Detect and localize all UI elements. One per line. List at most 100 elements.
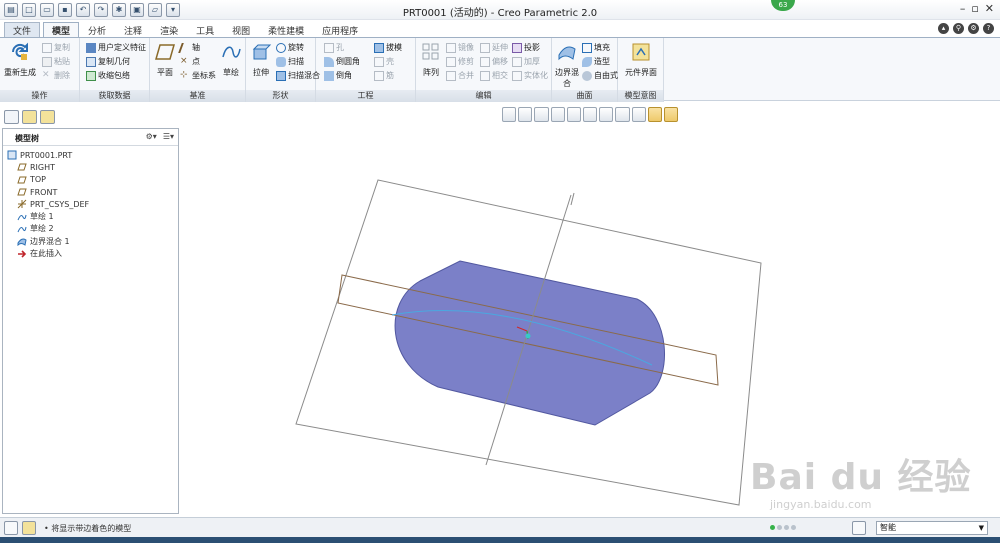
- intersect-icon: [480, 70, 490, 81]
- solidify-icon: [512, 70, 522, 81]
- tree-item-top[interactable]: TOP: [7, 174, 89, 186]
- shell-button[interactable]: 壳: [374, 56, 394, 67]
- group-label-operations[interactable]: 操作: [0, 90, 79, 102]
- status-dot: [784, 525, 789, 530]
- copy-icon: [42, 42, 52, 53]
- plane-button[interactable]: 平面: [152, 41, 178, 78]
- tree-item-part[interactable]: PRT0001.PRT: [7, 149, 89, 161]
- display-style-icon[interactable]: [566, 107, 581, 122]
- tree-item-insert-here[interactable]: 在此插入: [7, 247, 89, 259]
- tree-item-csys[interactable]: PRT_CSYS_DEF: [7, 198, 89, 210]
- shrinkwrap-icon: [86, 70, 96, 81]
- tree-item-front[interactable]: FRONT: [7, 186, 89, 198]
- group-label-engineering[interactable]: 工程: [316, 90, 415, 102]
- tree-item-sketch-1[interactable]: 草绘 1: [7, 210, 89, 222]
- spin-center-icon[interactable]: [647, 107, 662, 122]
- csys-button[interactable]: ⊹ 坐标系: [180, 70, 216, 81]
- point-button[interactable]: × 点: [180, 56, 200, 67]
- fill-button[interactable]: 填充: [582, 42, 610, 53]
- group-label-surfaces[interactable]: 曲面: [552, 90, 617, 102]
- merge-button[interactable]: 合并: [446, 70, 474, 81]
- axis-button[interactable]: 轴: [178, 42, 200, 53]
- search-icon[interactable]: ⚲: [953, 23, 964, 34]
- project-icon: [512, 42, 522, 53]
- maximize-icon[interactable]: ▫: [971, 2, 978, 15]
- datum-plane-icon: [17, 176, 27, 184]
- help-icon[interactable]: ?: [983, 23, 994, 34]
- toggle-navigator-icon[interactable]: [4, 521, 18, 535]
- freestyle-button[interactable]: 自由式: [582, 70, 618, 81]
- copy-button[interactable]: 复制: [42, 42, 70, 53]
- group-get-data: 用户定义特征 复制几何 收缩包络 获取数据: [80, 38, 150, 102]
- pattern-button[interactable]: 阵列: [418, 41, 444, 78]
- rib-button[interactable]: 筋: [374, 70, 394, 81]
- shrinkwrap-button[interactable]: 收缩包络: [86, 70, 130, 81]
- copy-geometry-button[interactable]: 复制几何: [86, 56, 130, 67]
- trim-button[interactable]: 修剪: [446, 56, 474, 67]
- tree-item-right[interactable]: RIGHT: [7, 161, 89, 173]
- settings-icon[interactable]: ⚙: [968, 23, 979, 34]
- boundary-blend-button[interactable]: 边界混合: [554, 41, 580, 89]
- group-label-model-intent[interactable]: 模型意图: [618, 90, 663, 102]
- tree-item-sketch-2[interactable]: 草绘 2: [7, 223, 89, 235]
- tree-columns-icon[interactable]: ☰▾: [163, 132, 174, 141]
- delete-button[interactable]: ✕ 删除: [42, 70, 70, 81]
- selection-filter-icon[interactable]: [852, 521, 866, 535]
- repaint-icon[interactable]: [550, 107, 565, 122]
- group-label-shapes[interactable]: 形状: [246, 90, 315, 102]
- extrude-button[interactable]: 拉伸: [248, 41, 274, 78]
- datum-plane-right-top: [570, 192, 575, 206]
- tree-settings-icon[interactable]: ⚙▾: [146, 132, 157, 141]
- offset-button[interactable]: 偏移: [480, 56, 508, 67]
- extend-button[interactable]: 延伸: [480, 42, 508, 53]
- model-tree-title: 模型树: [15, 134, 39, 143]
- saved-orientations-icon[interactable]: [582, 107, 598, 122]
- insert-arrow-icon: [18, 249, 27, 258]
- selection-filter-select[interactable]: 智能 ▼: [876, 521, 988, 535]
- extend-icon: [480, 42, 490, 53]
- model-tree-list: PRT0001.PRT RIGHT TOP FRONT PRT_CSYS_DEF…: [7, 149, 89, 260]
- os-taskbar: [0, 537, 1000, 543]
- toggle-browser-icon[interactable]: [22, 521, 36, 535]
- regenerate-button[interactable]: 重新生成: [4, 41, 36, 78]
- mirror-icon: [446, 42, 456, 53]
- trim-icon: [446, 56, 456, 67]
- group-label-editing[interactable]: 编辑: [416, 90, 551, 102]
- paste-button[interactable]: 粘贴: [42, 56, 70, 67]
- draft-button[interactable]: 拔模: [374, 42, 402, 53]
- datum-display-icon[interactable]: [631, 107, 646, 122]
- folder-browser-tab-icon[interactable]: [22, 110, 37, 124]
- model-tree-tab-icon[interactable]: [4, 110, 19, 124]
- collapse-ribbon-icon[interactable]: ▴: [938, 23, 949, 34]
- minimize-icon[interactable]: –: [960, 2, 966, 15]
- group-label-get-data[interactable]: 获取数据: [80, 90, 149, 102]
- group-label-datum[interactable]: 基准: [150, 90, 245, 102]
- component-interface-button[interactable]: 元件界面: [624, 41, 658, 78]
- project-button[interactable]: 投影: [512, 42, 540, 53]
- tree-item-boundary-blend[interactable]: 边界混合 1: [7, 235, 89, 247]
- udf-button[interactable]: 用户定义特征: [86, 42, 146, 53]
- annotation-display-icon[interactable]: [663, 107, 679, 122]
- chamfer-button[interactable]: 倒角: [324, 70, 352, 81]
- round-button[interactable]: 倒圆角: [324, 56, 360, 67]
- revolve-button[interactable]: 旋转: [276, 42, 304, 53]
- zoom-out-icon[interactable]: [534, 107, 549, 122]
- swept-blend-button[interactable]: 扫描混合: [276, 70, 320, 81]
- refit-icon[interactable]: [502, 107, 517, 122]
- sketch-button[interactable]: 草绘: [218, 41, 244, 78]
- style-button[interactable]: 造型: [582, 56, 610, 67]
- favorites-tab-icon[interactable]: [40, 110, 55, 124]
- solidify-button[interactable]: 实体化: [512, 70, 548, 81]
- intersect-button[interactable]: 相交: [480, 70, 508, 81]
- boundary-blend-surface[interactable]: [394, 260, 665, 426]
- mirror-button[interactable]: 镜像: [446, 42, 474, 53]
- hole-button[interactable]: 孔: [324, 42, 344, 53]
- sweep-button[interactable]: 扫描: [276, 56, 304, 67]
- zoom-in-icon[interactable]: [518, 107, 533, 122]
- thicken-button[interactable]: 加厚: [512, 56, 540, 67]
- csys-origin[interactable]: [525, 333, 531, 339]
- close-icon[interactable]: ✕: [985, 2, 994, 15]
- view-manager-icon[interactable]: [599, 107, 614, 122]
- baidu-logo: Bai du 经验: [750, 457, 972, 498]
- perspective-icon[interactable]: [615, 107, 630, 122]
